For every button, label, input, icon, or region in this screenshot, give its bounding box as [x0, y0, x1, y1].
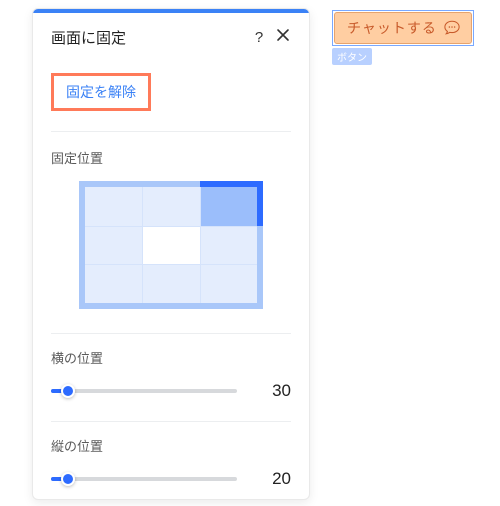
chat-button[interactable]: チャットする	[334, 12, 472, 44]
unpin-button[interactable]: 固定を解除	[66, 84, 136, 100]
selected-element-wrap: チャットする ボタン	[332, 10, 474, 65]
close-icon	[276, 28, 290, 47]
slider-thumb[interactable]	[61, 472, 75, 486]
help-button[interactable]: ?	[247, 25, 271, 49]
slider-track	[51, 389, 237, 393]
selection-outline: チャットする	[332, 10, 474, 46]
position-cell-1-2[interactable]	[200, 226, 257, 265]
position-cell-2-0[interactable]	[85, 264, 142, 303]
position-cell-1-0[interactable]	[85, 226, 142, 265]
selection-type-tag: ボタン	[332, 48, 372, 65]
horizontal-slider-row: 横の位置 30	[33, 334, 309, 407]
position-cell-0-2[interactable]	[200, 187, 257, 226]
vertical-slider[interactable]	[51, 471, 237, 487]
vertical-slider-label: 縦の位置	[51, 436, 291, 455]
position-section: 固定位置	[33, 132, 309, 313]
position-grid[interactable]	[79, 181, 263, 309]
grid-line	[85, 264, 257, 265]
unpin-row: 固定を解除	[33, 63, 309, 115]
horizontal-slider[interactable]	[51, 383, 237, 399]
position-corner-marker	[200, 181, 263, 187]
horizontal-slider-value: 30	[255, 381, 291, 401]
position-cell-2-1[interactable]	[142, 264, 199, 303]
grid-line	[142, 187, 143, 303]
horizontal-slider-label: 横の位置	[51, 348, 291, 367]
vertical-slider-value: 20	[255, 469, 291, 489]
slider-track	[51, 477, 237, 481]
position-cell-1-1[interactable]	[142, 226, 199, 265]
pin-to-screen-panel: 画面に固定 ? 固定を解除 固定位置 横の位置 3	[32, 8, 310, 500]
position-section-label: 固定位置	[51, 148, 291, 167]
slider-thumb[interactable]	[61, 384, 75, 398]
grid-line	[85, 226, 257, 227]
chat-button-label: チャットする	[347, 18, 437, 38]
position-cell-0-0[interactable]	[85, 187, 142, 226]
position-cell-0-1[interactable]	[142, 187, 199, 226]
position-cell-2-2[interactable]	[200, 264, 257, 303]
panel-header: 画面に固定 ?	[33, 13, 309, 63]
position-corner-marker	[257, 181, 263, 226]
unpin-highlight: 固定を解除	[51, 73, 151, 111]
vertical-slider-row: 縦の位置 20	[33, 422, 309, 495]
chat-bubble-icon	[443, 19, 461, 37]
panel-title: 画面に固定	[51, 27, 247, 48]
close-button[interactable]	[271, 25, 295, 49]
grid-line	[200, 187, 201, 303]
